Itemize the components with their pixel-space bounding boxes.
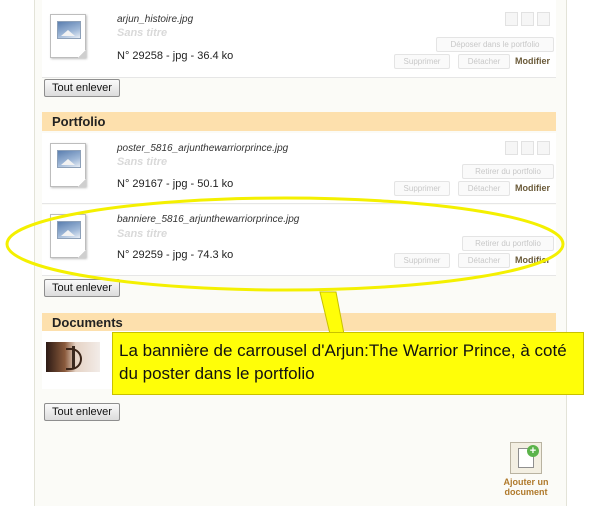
edit-icon[interactable]: [505, 12, 518, 26]
delete-button[interactable]: Supprimer: [394, 253, 450, 268]
remove-all-portfolio-button[interactable]: Tout enlever: [44, 279, 120, 297]
detach-button[interactable]: Détacher: [458, 181, 510, 196]
edit-link[interactable]: Modifier: [515, 56, 550, 66]
image-file-icon[interactable]: [50, 143, 86, 187]
trash-icon[interactable]: [537, 141, 550, 155]
remove-all-documents-button[interactable]: Tout enlever: [44, 403, 120, 421]
portfolio-section-header: Portfolio: [42, 112, 556, 131]
annotation-callout: La bannière de carrousel d'Arjun:The War…: [112, 332, 584, 395]
documents-section-header: Documents: [42, 313, 556, 332]
file-name: poster_5816_arjunthewarriorprince.jpg: [117, 143, 289, 154]
deposit-portfolio-button[interactable]: Déposer dans le portfolio: [436, 37, 554, 52]
crop-icon[interactable]: [521, 12, 534, 26]
file-row-poster: poster_5816_arjunthewarriorprince.jpg Sa…: [42, 133, 556, 204]
file-title[interactable]: Sans titre: [117, 156, 167, 168]
trash-icon[interactable]: [537, 12, 550, 26]
file-meta: N° 29258 - jpg - 36.4 ko: [117, 50, 234, 62]
file-name: arjun_histoire.jpg: [117, 14, 194, 25]
file-tool-icons: [505, 141, 550, 155]
file-meta: N° 29259 - jpg - 74.3 ko: [117, 249, 234, 261]
crop-icon[interactable]: [521, 141, 534, 155]
file-row-arjun-histoire: arjun_histoire.jpg Sans titre N° 29258 -…: [42, 0, 556, 78]
image-file-icon[interactable]: [50, 14, 86, 58]
add-document-label-line1: Ajouter un: [503, 477, 549, 487]
file-title[interactable]: Sans titre: [117, 228, 167, 240]
add-document-label-line2: document: [504, 487, 548, 497]
remove-all-illustrations-button[interactable]: Tout enlever: [44, 79, 120, 97]
retire-portfolio-button[interactable]: Retirer du portfolio: [462, 164, 554, 179]
file-meta: N° 29167 - jpg - 50.1 ko: [117, 178, 234, 190]
add-document-button[interactable]: + Ajouter un document: [496, 442, 556, 497]
image-file-icon[interactable]: [50, 214, 86, 258]
edit-link[interactable]: Modifier: [515, 255, 550, 265]
edit-icon[interactable]: [505, 141, 518, 155]
detach-button[interactable]: Détacher: [458, 253, 510, 268]
file-name: banniere_5816_arjunthewarriorprince.jpg: [117, 214, 300, 225]
delete-button[interactable]: Supprimer: [394, 181, 450, 196]
file-tool-icons: [505, 12, 550, 26]
file-title[interactable]: Sans titre: [117, 27, 167, 39]
retire-portfolio-button[interactable]: Retirer du portfolio: [462, 236, 554, 251]
detach-button[interactable]: Détacher: [458, 54, 510, 69]
document-thumbnail[interactable]: [46, 342, 100, 372]
delete-button[interactable]: Supprimer: [394, 54, 450, 69]
add-document-icon: +: [510, 442, 542, 474]
file-row-banniere: banniere_5816_arjunthewarriorprince.jpg …: [42, 205, 556, 276]
edit-link[interactable]: Modifier: [515, 183, 550, 193]
